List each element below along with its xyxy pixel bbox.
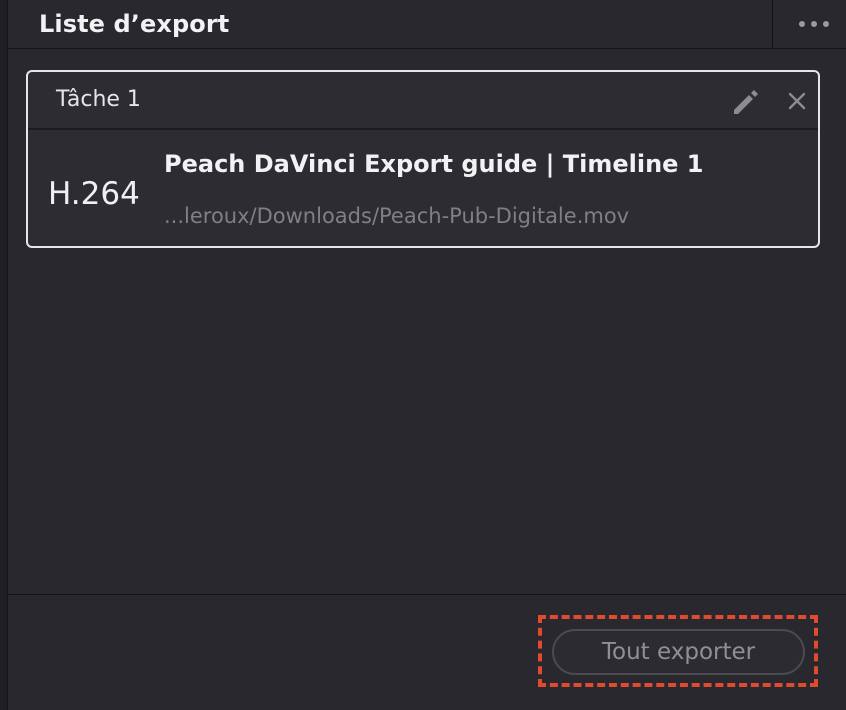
job-title: Peach DaVinci Export guide | Timeline 1 [164,150,704,178]
pencil-icon[interactable] [728,86,762,118]
codec-label: H.264 [48,176,140,212]
left-panel-edge [0,0,8,710]
panel-header: Liste d’export [8,0,846,49]
more-options-icon[interactable] [782,8,846,40]
header-divider [772,0,773,48]
dot-icon [823,21,829,27]
footer-divider [8,594,846,595]
job-header: Tâche 1 [28,72,818,130]
job-details: H.264 Peach DaVinci Export guide | Timel… [28,130,818,246]
export-all-button[interactable]: Tout exporter [552,629,805,675]
dot-icon [799,21,805,27]
job-output-path: ...leroux/Downloads/Peach-Pub-Digitale.m… [164,204,630,228]
job-name: Tâche 1 [56,87,141,112]
dot-icon [811,21,817,27]
render-queue-panel: Liste d’export Tâche 1 H.264 Peach DaVin… [0,0,846,710]
close-icon[interactable] [784,88,810,114]
panel-title: Liste d’export [39,10,230,38]
render-job-card[interactable]: Tâche 1 H.264 Peach DaVinci Export guide… [26,70,820,248]
